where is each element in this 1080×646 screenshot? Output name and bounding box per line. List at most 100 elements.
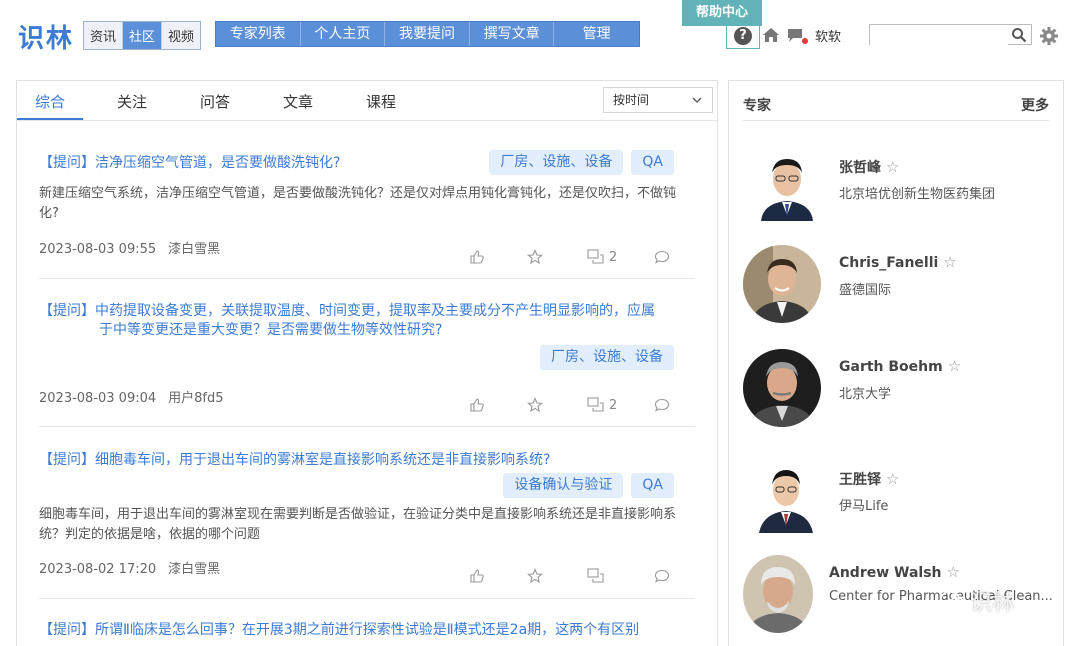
- question-title[interactable]: 【提问】中药提取设备变更，关联提取温度、时间变更，提取率及主要成分不产生明显影响…: [39, 302, 695, 340]
- nav-manage[interactable]: 管理: [554, 22, 639, 46]
- question-date: 2023-08-03 09:04: [39, 391, 157, 406]
- divider: [39, 278, 695, 279]
- question-title-text: 中药提取设备变更，关联提取温度、时间变更，提取率及主要成分不产生明显影响的，应属: [95, 303, 655, 319]
- expert-name[interactable]: Garth Boehm ☆: [839, 357, 961, 375]
- expert-name-text: Andrew Walsh: [829, 565, 942, 581]
- expert-name[interactable]: Andrew Walsh ☆: [829, 563, 960, 581]
- channel-news[interactable]: 资讯: [84, 22, 124, 49]
- question-title[interactable]: 【提问】细胞毒车间，用于退出车间的雾淋室是直接影响系统还是非直接影响系统?: [39, 451, 695, 470]
- follow-star-icon[interactable]: ☆: [947, 563, 960, 581]
- like-button[interactable]: [469, 567, 485, 585]
- expert-card: 王胜铎 ☆ 伊马Life: [743, 461, 1063, 545]
- follow-star-icon[interactable]: ☆: [886, 470, 899, 488]
- home-icon[interactable]: [762, 27, 780, 43]
- like-button[interactable]: [469, 248, 485, 266]
- follow-star-icon[interactable]: ☆: [886, 158, 899, 176]
- question-meta: 2023-08-03 09:55 漆白雪黑: [39, 238, 220, 257]
- question-actions: 2: [469, 396, 689, 414]
- feed-panel: 综合 关注 问答 文章 课程 按时间 【提问】洁净压缩空气管道，是否要做酸洗钝化…: [16, 80, 718, 646]
- question-title[interactable]: 【提问】所谓Ⅱ临床是怎么回事？在开展3期之前进行探索性试验是Ⅱ模式还是2a期，这…: [39, 621, 695, 640]
- experts-panel: 专家 更多 张哲峰 ☆ 北京培优创新生物医药集团 Chris_Fanelli ☆…: [728, 80, 1064, 646]
- main-nav: 专家列表 个人主页 我要提问 撰写文章 管理: [215, 21, 640, 47]
- expert-card: Garth Boehm ☆ 北京大学: [743, 349, 1063, 433]
- help-icon: ?: [734, 27, 752, 45]
- question-tag[interactable]: QA: [631, 473, 674, 498]
- sort-select[interactable]: 按时间: [603, 87, 713, 113]
- message-icon[interactable]: [787, 27, 809, 45]
- question-tags: 设备确认与验证 QA: [503, 473, 674, 498]
- favorite-button[interactable]: [527, 248, 543, 266]
- answer-count: 2: [609, 397, 618, 413]
- avatar[interactable]: [751, 149, 823, 221]
- question-item: 【提问】细胞毒车间，用于退出车间的雾淋室是直接影响系统还是非直接影响系统? 设备…: [39, 451, 695, 601]
- question-actions: 2: [469, 248, 689, 266]
- question-author[interactable]: 漆白雪黑: [168, 242, 220, 257]
- favorite-button[interactable]: [527, 567, 543, 585]
- like-button[interactable]: [469, 396, 485, 414]
- comment-icon: [654, 569, 670, 583]
- answers-icon: [587, 568, 604, 583]
- comment-icon: [654, 398, 670, 412]
- star-icon: [527, 568, 543, 584]
- expert-name-text: 张哲峰: [839, 160, 881, 176]
- search-icon[interactable]: [1011, 27, 1027, 43]
- question-tag[interactable]: QA: [631, 150, 674, 175]
- tab-all[interactable]: 综合: [35, 91, 65, 112]
- question-meta: 2023-08-02 17:20 漆白雪黑: [39, 558, 220, 577]
- question-tag[interactable]: 厂房、设施、设备: [540, 345, 674, 370]
- nav-write-article[interactable]: 撰写文章: [470, 22, 555, 46]
- channel-video[interactable]: 视频: [162, 22, 200, 49]
- question-prefix: 【提问】: [39, 155, 95, 171]
- expert-name[interactable]: 王胜铎 ☆: [839, 469, 899, 489]
- expert-organization: 北京培优创新生物医药集团: [839, 187, 996, 202]
- tab-qa[interactable]: 问答: [200, 91, 230, 112]
- question-item: 【提问】所谓Ⅱ临床是怎么回事？在开展3期之前进行探索性试验是Ⅱ模式还是2a期，这…: [39, 621, 695, 646]
- question-date: 2023-08-03 09:55: [39, 242, 157, 257]
- help-button[interactable]: ?: [726, 23, 760, 49]
- question-tag[interactable]: 厂房、设施、设备: [489, 150, 624, 175]
- avatar[interactable]: [743, 245, 821, 323]
- question-prefix: 【提问】: [39, 303, 95, 319]
- search-input[interactable]: [870, 26, 1008, 46]
- answers-button[interactable]: 2: [587, 396, 617, 414]
- tab-courses[interactable]: 课程: [366, 91, 396, 112]
- nav-ask-question[interactable]: 我要提问: [385, 22, 470, 46]
- thumbs-up-icon: [470, 569, 484, 583]
- gear-icon[interactable]: [1039, 26, 1059, 46]
- nav-personal-home[interactable]: 个人主页: [301, 22, 386, 46]
- question-author[interactable]: 用户8fd5: [168, 391, 223, 406]
- nav-expert-list[interactable]: 专家列表: [216, 22, 301, 46]
- active-tab-indicator: [17, 118, 83, 120]
- wechat-watermark: 识林: [940, 585, 1014, 617]
- divider: [39, 598, 695, 599]
- favorite-button[interactable]: [527, 396, 543, 414]
- experts-more-link[interactable]: 更多: [1021, 95, 1049, 115]
- comment-button[interactable]: [654, 248, 670, 266]
- expert-name[interactable]: 张哲峰 ☆: [839, 157, 899, 177]
- question-tag[interactable]: 设备确认与验证: [503, 473, 624, 498]
- comment-button[interactable]: [654, 567, 670, 585]
- question-item: 【提问】洁净压缩空气管道，是否要做酸洗钝化? 厂房、设施、设备 QA 新建压缩空…: [39, 150, 695, 324]
- comment-button[interactable]: [654, 396, 670, 414]
- site-logo[interactable]: 识林: [18, 18, 74, 55]
- expert-name-text: Garth Boehm: [839, 359, 943, 375]
- avatar[interactable]: [743, 555, 813, 633]
- question-author[interactable]: 漆白雪黑: [168, 562, 220, 577]
- expert-name[interactable]: Chris_Fanelli ☆: [839, 253, 957, 271]
- tab-articles[interactable]: 文章: [283, 91, 313, 112]
- question-date: 2023-08-02 17:20: [39, 562, 157, 577]
- avatar[interactable]: [743, 349, 821, 427]
- expert-organization: 北京大学: [839, 387, 892, 402]
- thumbs-up-icon: [470, 398, 484, 412]
- answers-button[interactable]: [587, 567, 609, 585]
- answers-button[interactable]: 2: [587, 248, 617, 266]
- question-meta: 2023-08-03 09:04 用户8fd5: [39, 387, 224, 406]
- channel-community[interactable]: 社区: [123, 22, 163, 49]
- follow-star-icon[interactable]: ☆: [948, 357, 961, 375]
- avatar[interactable]: [751, 461, 821, 533]
- question-tags: 厂房、设施、设备 QA: [489, 150, 674, 175]
- tab-following[interactable]: 关注: [117, 91, 147, 112]
- follow-star-icon[interactable]: ☆: [943, 253, 956, 271]
- username[interactable]: 软软: [815, 26, 841, 45]
- expert-organization: 伊马Life: [839, 499, 889, 514]
